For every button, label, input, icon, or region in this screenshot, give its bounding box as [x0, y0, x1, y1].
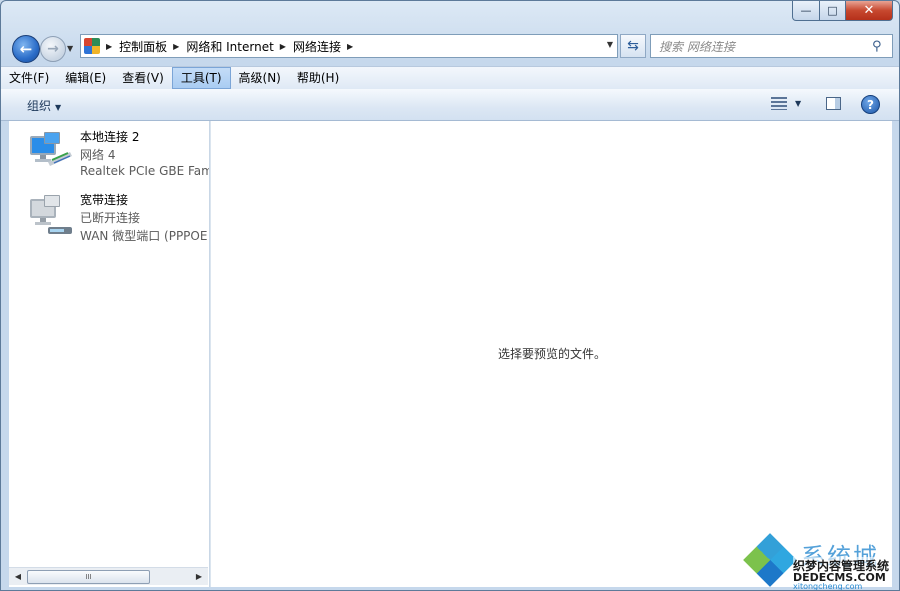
menu-help[interactable]: 帮助(H) [289, 67, 347, 89]
view-details-icon [771, 97, 787, 110]
connection-status: 网络 4 [80, 148, 116, 162]
control-panel-icon [84, 38, 100, 54]
caption-buttons: — □ ✕ [792, 1, 893, 21]
breadcrumb-network-internet[interactable]: 网络和 Internet [186, 38, 273, 55]
breadcrumb-separator[interactable]: ▶ [347, 42, 353, 51]
broadband-disconnected-icon [30, 195, 72, 234]
scroll-left-icon[interactable]: ◀ [11, 570, 25, 583]
logo-diamond-icon [743, 533, 797, 587]
arrow-right-icon: → [47, 41, 59, 57]
connection-status: 已断开连接 [80, 211, 141, 225]
refresh-icon: ⇆ [627, 38, 639, 54]
minimize-icon: — [800, 4, 812, 17]
preview-pane-icon[interactable] [826, 97, 841, 110]
horizontal-scrollbar[interactable]: ◀ III ▶ [9, 567, 208, 585]
close-button[interactable]: ✕ [846, 1, 893, 21]
breadcrumb-separator[interactable]: ▶ [280, 42, 286, 51]
back-button[interactable]: ← [12, 35, 40, 63]
menu-advanced[interactable]: 高级(N) [231, 67, 289, 89]
menu-view[interactable]: 查看(V) [114, 67, 172, 89]
list-item-local-connection[interactable]: 本地连接 2 网络 4 Realtek PCIe GBE Fam [9, 125, 209, 185]
connection-name: 宽带连接 [80, 193, 129, 207]
connection-device: Realtek PCIe GBE Fam [80, 164, 210, 178]
menu-file[interactable]: 文件(F) [1, 67, 57, 89]
maximize-icon: □ [827, 4, 838, 17]
organize-button[interactable]: 组织 ▼ [27, 97, 61, 114]
address-history-dropdown[interactable]: ▼ [607, 40, 613, 49]
breadcrumb-network-connections[interactable]: 网络连接 [293, 38, 341, 55]
forward-button[interactable]: → [40, 36, 66, 62]
close-icon: ✕ [863, 3, 875, 18]
arrow-left-icon: ← [19, 40, 33, 58]
watermark-logo: 系统城 织梦内容管理系统 DEDECMS.COM xitongcheng.com [743, 533, 897, 591]
navigation-bar: ← → ▼ ▶ 控制面板 ▶ 网络和 Internet ▶ 网络连接 ▶ ▼ ⇆… [1, 29, 899, 63]
preview-empty-message: 选择要预览的文件。 [497, 347, 606, 361]
chevron-down-icon: ▼ [55, 103, 62, 112]
organize-label: 组织 [27, 99, 52, 113]
window-border [892, 121, 899, 590]
menu-edit[interactable]: 编辑(E) [57, 67, 114, 89]
breadcrumb-control-panel[interactable]: 控制面板 [119, 38, 167, 55]
connections-list: 本地连接 2 网络 4 Realtek PCIe GBE Fam 宽带连接 已断… [9, 121, 210, 587]
connection-name: 本地连接 2 [80, 130, 140, 144]
maximize-button[interactable]: □ [820, 1, 846, 21]
chevron-down-icon: ▼ [795, 99, 802, 108]
refresh-button[interactable]: ⇆ [620, 34, 646, 58]
watermark-url-secondary: xitongcheng.com [793, 582, 863, 591]
minimize-button[interactable]: — [792, 1, 820, 21]
search-input[interactable]: 搜索 网络连接 [659, 38, 872, 55]
scrollbar-thumb[interactable]: III [27, 570, 150, 584]
list-item-broadband-connection[interactable]: 宽带连接 已断开连接 WAN 微型端口 (PPPOE [9, 188, 209, 248]
preview-pane: 选择要预览的文件。 [210, 121, 893, 587]
breadcrumb-separator[interactable]: ▶ [106, 42, 112, 51]
recent-pages-dropdown[interactable]: ▼ [67, 44, 73, 53]
breadcrumb-separator[interactable]: ▶ [173, 42, 179, 51]
search-box[interactable]: 搜索 网络连接 ⚲ [650, 34, 893, 58]
connection-device: WAN 微型端口 (PPPOE [80, 229, 208, 243]
menu-bar: 文件(F) 编辑(E) 查看(V) 工具(T) 高级(N) 帮助(H) [1, 66, 899, 89]
search-icon[interactable]: ⚲ [872, 39, 892, 54]
change-view-button[interactable]: ▼ [771, 97, 801, 110]
network-connected-icon [30, 132, 72, 166]
menu-tools[interactable]: 工具(T) [171, 67, 231, 89]
explorer-window: — □ ✕ ← → ▼ ▶ 控制面板 ▶ 网络和 Internet ▶ 网络连接… [0, 0, 900, 591]
scrollbar-grip: III [85, 573, 92, 581]
scroll-right-icon[interactable]: ▶ [192, 570, 206, 583]
address-bar[interactable]: ▶ 控制面板 ▶ 网络和 Internet ▶ 网络连接 ▶ ▼ [80, 34, 618, 58]
command-bar: 组织 ▼ ▼ ? [1, 89, 899, 121]
help-icon[interactable]: ? [861, 95, 880, 114]
